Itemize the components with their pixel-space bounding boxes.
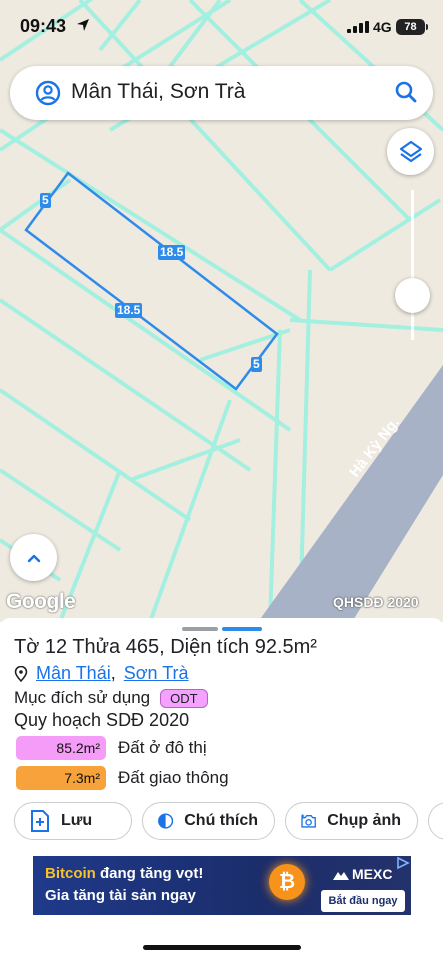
ad-highlight: Bitcoin — [45, 865, 96, 882]
clock: 09:43 — [20, 16, 67, 36]
location-pin-icon — [14, 665, 28, 682]
parcel-title: Tờ 12 Thửa 465, Diện tích 92.5m² — [14, 636, 317, 658]
ad-banner[interactable]: Bitcoin đang tăng vọt! Gia tăng tài sản … — [33, 856, 411, 915]
network-type: 4G — [373, 19, 392, 35]
area-value-swatch: 85.2m² — [16, 736, 106, 760]
dimension-label: 18.5 — [115, 303, 143, 318]
home-indicator[interactable] — [143, 945, 301, 950]
add-photo-icon — [300, 814, 316, 828]
dimension-label: 5 — [40, 193, 51, 208]
legend-label: Chú thích — [184, 812, 258, 829]
layers-icon — [399, 140, 422, 162]
more-actions-button[interactable] — [428, 802, 443, 840]
action-row: Lưu Chú thích Chụp ảnh — [14, 802, 443, 842]
battery-icon: 78 — [396, 19, 428, 35]
map-source-label: QHSDĐ 2020 — [333, 594, 419, 610]
map-view[interactable]: 5 18.5 18.5 5 Hà Kỳ Ng. 09:43 4G 78 Mân … — [0, 0, 443, 622]
chevron-up-icon — [27, 554, 40, 562]
ad-headline: Bitcoin đang tăng vọt! — [45, 865, 203, 882]
account-icon[interactable] — [33, 78, 63, 108]
sheet-handle-active[interactable] — [222, 627, 262, 631]
location-separator: , — [110, 663, 116, 683]
legend-button[interactable]: Chú thích — [142, 802, 275, 840]
location-arrow-icon — [77, 19, 89, 31]
ad-choices-icon[interactable] — [395, 856, 411, 870]
status-bar: 09:43 4G 78 — [0, 0, 443, 52]
area-row: 85.2m² Đất ở đô thị — [16, 736, 207, 760]
area-label: Đất giao thông — [118, 768, 229, 787]
layers-button[interactable] — [387, 128, 434, 175]
save-button[interactable]: Lưu — [14, 802, 132, 840]
ad-cta-button[interactable]: Bắt đầu ngay — [321, 890, 405, 912]
location-row: Mân Thái , Sơn Trà — [14, 663, 189, 684]
bitcoin-icon: ₿ — [269, 864, 305, 900]
sheet-handle[interactable] — [182, 627, 218, 631]
area-row: 7.3m² Đất giao thông — [16, 766, 229, 790]
purpose-code-badge: ODT — [160, 688, 208, 708]
save-label: Lưu — [61, 812, 93, 829]
district-link[interactable]: Sơn Trà — [124, 663, 189, 684]
ward-link[interactable]: Mân Thái — [36, 663, 111, 684]
signal-icon — [347, 21, 369, 33]
ad-subline: Gia tăng tài sản ngay — [45, 887, 196, 904]
ad-brand-name: MEXC — [352, 866, 393, 882]
opacity-slider-track[interactable] — [411, 190, 414, 340]
purpose-row: Mục đích sử dụng ODT — [14, 688, 208, 708]
google-logo: Google — [6, 590, 76, 613]
plan-title: Quy hoạch SDĐ 2020 — [14, 710, 190, 730]
ad-brand: MEXC — [333, 866, 392, 882]
dimension-label: 5 — [251, 357, 262, 372]
mexc-logo-icon — [333, 872, 349, 881]
area-label: Đất ở đô thị — [118, 738, 207, 757]
purpose-label: Mục đích sử dụng — [14, 688, 151, 707]
add-bookmark-icon — [31, 810, 49, 832]
ad-headline-rest: đang tăng vọt! — [95, 865, 204, 882]
search-bar[interactable]: Mân Thái, Sơn Trà — [10, 66, 433, 120]
parcel-info-sheet[interactable]: Tờ 12 Thửa 465, Diện tích 92.5m² Mân Thá… — [0, 618, 443, 960]
photo-label: Chụp ảnh — [327, 812, 401, 829]
expand-up-button[interactable] — [10, 534, 57, 581]
search-input[interactable]: Mân Thái, Sơn Trà — [71, 80, 245, 104]
contrast-icon — [158, 813, 174, 829]
search-icon[interactable] — [393, 79, 419, 105]
photo-button[interactable]: Chụp ảnh — [285, 802, 418, 840]
area-value-swatch: 7.3m² — [16, 766, 106, 790]
dimension-label: 18.5 — [158, 245, 186, 260]
opacity-slider-handle[interactable] — [395, 278, 430, 313]
